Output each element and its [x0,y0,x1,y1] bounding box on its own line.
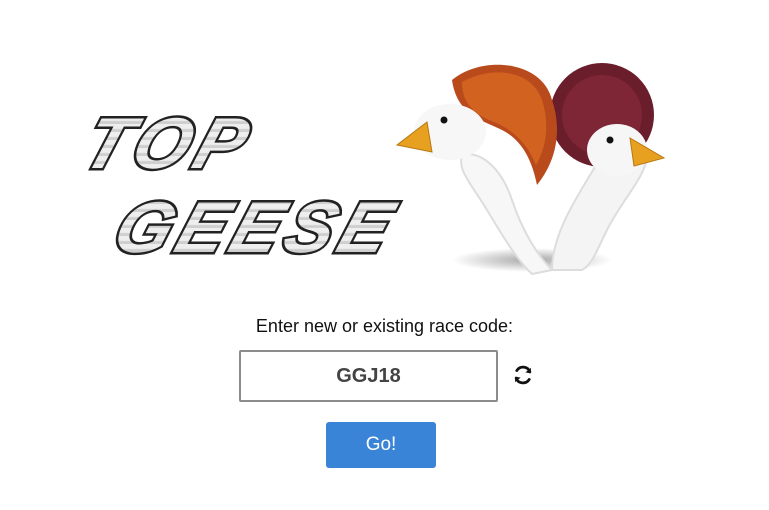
geese-illustration [395,63,666,276]
race-code-input[interactable] [239,350,498,402]
go-button[interactable]: Go! [326,422,436,468]
refresh-icon[interactable] [512,364,534,386]
top-geese-logo: TOP GEESE [62,60,672,280]
logo-title-line2: GEESE [105,187,409,268]
logo-title-line1: TOP [74,103,265,184]
race-code-prompt: Enter new or existing race code: [255,316,514,336]
